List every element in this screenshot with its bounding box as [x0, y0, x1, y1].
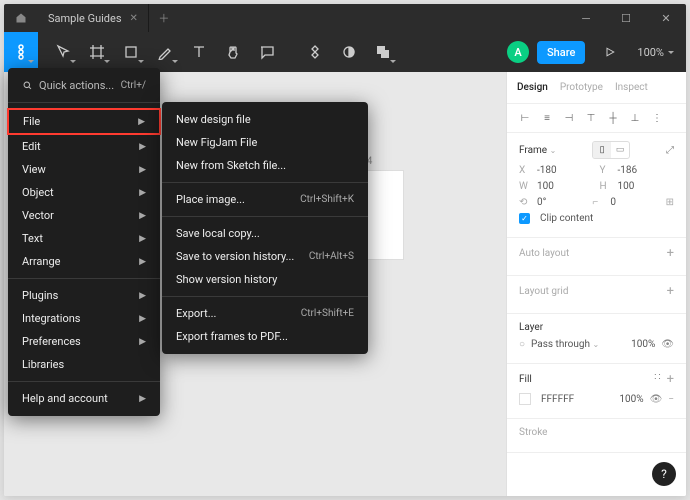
document-tab[interactable]: Sample Guides ✕	[38, 4, 149, 32]
radius-input[interactable]: 0	[610, 197, 659, 208]
zoom-control[interactable]: 100%	[625, 46, 686, 59]
file-save-to-version-history-[interactable]: Save to version history...Ctrl+Alt+S	[162, 245, 368, 268]
align-right-icon[interactable]: ⊣	[561, 110, 577, 126]
fill-visibility-icon[interactable]: 👁	[650, 394, 663, 405]
menu-preferences[interactable]: Preferences▶	[8, 330, 160, 353]
fill-style-icon[interactable]: ∷	[654, 372, 660, 387]
frame-section-title: Frame ⌄	[519, 145, 556, 156]
add-fill-button[interactable]: +	[667, 372, 674, 387]
titlebar: Sample Guides ✕ ＋ ─ ☐ ✕	[4, 4, 686, 32]
mask-tool[interactable]	[332, 32, 366, 72]
file-submenu: New design fileNew FigJam FileNew from S…	[162, 102, 368, 354]
shape-tool[interactable]	[114, 32, 148, 72]
clip-label: Clip content	[540, 213, 593, 224]
align-bottom-icon[interactable]: ⊥	[627, 110, 643, 126]
file-new-design-file[interactable]: New design file	[162, 108, 368, 131]
rotation-input[interactable]: 0°	[537, 197, 586, 208]
file-new-figjam-file[interactable]: New FigJam File	[162, 131, 368, 154]
file-export-frames-to-pdf-[interactable]: Export frames to PDF...	[162, 325, 368, 348]
component-tool[interactable]	[298, 32, 332, 72]
menu-text[interactable]: Text▶	[8, 227, 160, 250]
x-input[interactable]: -180	[537, 165, 594, 176]
radius-detail-icon[interactable]: ⊞	[666, 197, 674, 208]
toolbar: A Share 100%	[4, 32, 686, 72]
auto-layout-title: Auto layout	[519, 248, 569, 259]
resize-mode[interactable]: ▯▭	[592, 141, 630, 159]
h-input[interactable]: 100	[618, 181, 675, 192]
close-icon[interactable]: ✕	[130, 13, 138, 24]
add-autolayout-button[interactable]: +	[667, 246, 674, 261]
fill-opacity[interactable]: 100%	[619, 394, 643, 405]
frame-tool[interactable]	[80, 32, 114, 72]
file-show-version-history[interactable]: Show version history	[162, 268, 368, 291]
tab-design[interactable]: Design	[517, 82, 548, 93]
menu-view[interactable]: View▶	[8, 158, 160, 181]
tab-prototype[interactable]: Prototype	[560, 82, 603, 93]
file-new-from-sketch-file-[interactable]: New from Sketch file...	[162, 154, 368, 177]
text-tool[interactable]	[182, 32, 216, 72]
boolean-tool[interactable]	[366, 32, 400, 72]
menu-edit[interactable]: Edit▶	[8, 135, 160, 158]
minimize-button[interactable]: ─	[566, 4, 606, 32]
menu-plugins[interactable]: Plugins▶	[8, 284, 160, 307]
present-button[interactable]	[595, 46, 625, 58]
stroke-title: Stroke	[519, 427, 547, 438]
menu-vector[interactable]: Vector▶	[8, 204, 160, 227]
main-menu-button[interactable]	[4, 32, 38, 72]
fill-hex[interactable]: FFFFFF	[541, 394, 574, 405]
layout-grid-title: Layout grid	[519, 286, 568, 297]
menu-help[interactable]: Help and account▶	[8, 387, 160, 410]
clip-checkbox[interactable]: ✓	[519, 213, 530, 224]
align-controls: ⊢ ≡ ⊣ ⊤ ┼ ⊥ ⋮	[507, 104, 686, 133]
opacity-input[interactable]: 100%	[631, 339, 655, 350]
home-button[interactable]	[4, 12, 38, 24]
share-button[interactable]: Share	[537, 41, 585, 64]
quick-actions[interactable]: Quick actions... Ctrl+/	[8, 74, 160, 97]
properties-panel: Design Prototype Inspect ⊢ ≡ ⊣ ⊤ ┼ ⊥ ⋮ F…	[506, 72, 686, 496]
menu-libraries[interactable]: Libraries	[8, 353, 160, 376]
y-input[interactable]: -186	[618, 165, 675, 176]
main-menu: Quick actions... Ctrl+/ File▶Edit▶View▶O…	[8, 68, 160, 416]
menu-arrange[interactable]: Arrange▶	[8, 250, 160, 273]
tab-title: Sample Guides	[48, 12, 122, 25]
file-place-image-[interactable]: Place image...Ctrl+Shift+K	[162, 188, 368, 211]
comment-tool[interactable]	[250, 32, 284, 72]
fill-title: Fill	[519, 374, 532, 385]
align-vcenter-icon[interactable]: ┼	[605, 110, 621, 126]
w-input[interactable]: 100	[537, 181, 594, 192]
maximize-button[interactable]: ☐	[606, 4, 646, 32]
close-window-button[interactable]: ✕	[646, 4, 686, 32]
file-save-local-copy-[interactable]: Save local copy...	[162, 222, 368, 245]
add-tab-button[interactable]: ＋	[149, 10, 179, 26]
add-grid-button[interactable]: +	[667, 284, 674, 299]
menu-integrations[interactable]: Integrations▶	[8, 307, 160, 330]
resize-fit-icon[interactable]: ⤢	[666, 145, 674, 156]
pen-tool[interactable]	[148, 32, 182, 72]
menu-object[interactable]: Object▶	[8, 181, 160, 204]
tab-inspect[interactable]: Inspect	[615, 82, 648, 93]
help-button[interactable]: ?	[652, 462, 676, 486]
hand-tool[interactable]	[216, 32, 250, 72]
distribute-icon[interactable]: ⋮	[649, 110, 665, 126]
blend-mode[interactable]: Pass through ⌄	[531, 339, 599, 350]
align-hcenter-icon[interactable]: ≡	[539, 110, 555, 126]
file-export-[interactable]: Export...Ctrl+Shift+E	[162, 302, 368, 325]
align-left-icon[interactable]: ⊢	[517, 110, 533, 126]
fill-swatch[interactable]	[519, 393, 531, 405]
avatar[interactable]: A	[507, 41, 529, 63]
visibility-icon[interactable]: 👁	[661, 339, 674, 350]
menu-file[interactable]: File▶	[7, 108, 161, 135]
move-tool[interactable]	[46, 32, 80, 72]
layer-title: Layer	[519, 322, 543, 333]
align-top-icon[interactable]: ⊤	[583, 110, 599, 126]
remove-fill-icon[interactable]: −	[668, 394, 674, 405]
